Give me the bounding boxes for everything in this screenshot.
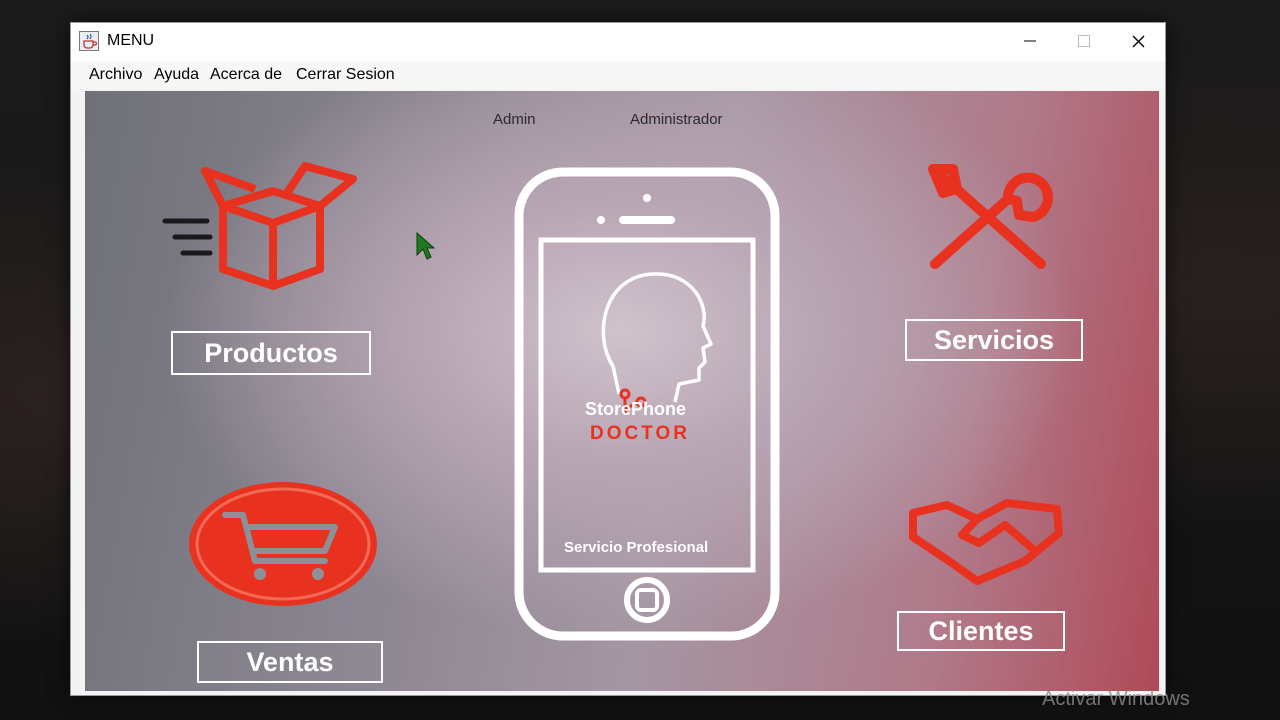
role-label: Administrador [630, 111, 723, 128]
main-panel: Admin Administrador Productos Servicios … [85, 91, 1159, 691]
window-title: MENU [107, 32, 155, 49]
mouse-cursor-icon [415, 231, 436, 266]
brand-subtitle: DOCTOR [590, 423, 690, 444]
phone-logo: StorePhone DOCTOR Servicio Profesional [513, 166, 781, 647]
ventas-button[interactable]: Ventas [197, 641, 383, 683]
brand-name: StorePhone [585, 399, 687, 419]
maximize-button[interactable] [1061, 27, 1107, 55]
servicios-button[interactable]: Servicios [905, 319, 1083, 361]
windows-activation-watermark: Activar Windows [1042, 688, 1190, 710]
minimize-button[interactable] [1007, 27, 1053, 55]
close-icon [1132, 35, 1144, 47]
maximize-icon [1078, 35, 1090, 47]
menu-bar: Archivo Ayuda Acerca de Cerrar Sesion [71, 61, 1165, 89]
title-bar: MENU [71, 23, 1165, 61]
box-icon[interactable] [155, 161, 365, 301]
java-cup-icon [79, 31, 99, 51]
tools-icon[interactable] [913, 159, 1073, 284]
tagline: Servicio Profesional [564, 539, 709, 556]
clientes-button[interactable]: Clientes [897, 611, 1065, 651]
menu-acerca-de[interactable]: Acerca de [210, 66, 282, 84]
menu-ayuda[interactable]: Ayuda [154, 66, 199, 84]
app-window: MENU Archivo Ayuda Acerca de Cerrar Sesi… [70, 22, 1166, 696]
menu-cerrar-sesion[interactable]: Cerrar Sesion [296, 66, 395, 84]
productos-button[interactable]: Productos [171, 331, 371, 375]
close-button[interactable] [1115, 27, 1161, 55]
username-label: Admin [493, 111, 536, 128]
cart-icon[interactable] [185, 479, 381, 614]
menu-archivo[interactable]: Archivo [89, 66, 142, 84]
handshake-icon[interactable] [907, 491, 1067, 592]
minimize-icon [1024, 40, 1036, 42]
